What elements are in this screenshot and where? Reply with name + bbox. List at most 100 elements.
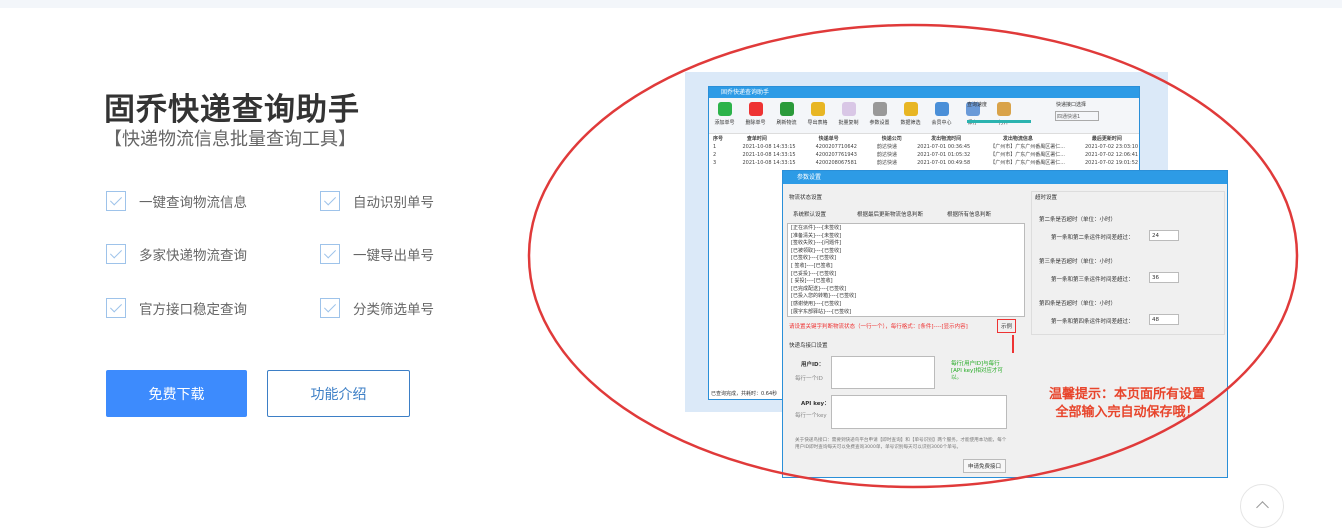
timeout-label: 第一条和第四条运件时间差超过：	[1051, 319, 1134, 325]
table-cell: 2021-07-01 01:05:32	[917, 151, 971, 158]
table-cell: 【广州市】广东广州番禺区署仁...	[990, 143, 1065, 150]
table-cell: 2021-10-08 14:33:15	[742, 159, 796, 166]
tip-line: 温馨提示：本页面所有设置	[1048, 387, 1205, 402]
feature-label: 分类筛选单号	[353, 302, 434, 318]
table-cell: 2021-10-08 14:33:15	[742, 143, 796, 150]
timeout-input: 48	[1149, 314, 1179, 325]
column-header: 序号	[713, 136, 724, 142]
table-cell: 2021-07-01 00:49:58	[917, 159, 971, 166]
table-cell: 韵达快递	[876, 151, 897, 158]
rule-line: [ 签收]----[已签收]	[791, 262, 833, 269]
tool-label: 数据筛选	[900, 120, 921, 126]
tool-icon	[841, 102, 856, 116]
timeout-heading: 第二条是否超时（单位：小时）	[1039, 217, 1117, 223]
timeout-label: 第一条和第三条运件时间差超过：	[1051, 277, 1134, 283]
column-header: 快递单号	[818, 136, 839, 142]
toolbar-button: 会员中心	[928, 102, 955, 129]
dialog-title: 参数设置	[783, 171, 1227, 184]
column-header: 快递公司	[881, 136, 902, 142]
rule-line: [感谢使用]----[已签收]	[791, 300, 842, 307]
check-icon	[106, 191, 126, 211]
table-cell: 2021-07-02 12:06:41	[1085, 151, 1139, 158]
feature-label: 多家快递物流查询	[139, 248, 247, 264]
feature-intro-button[interactable]: 功能介绍	[267, 370, 410, 417]
group-label: 超时设置	[1035, 195, 1058, 201]
check-icon	[106, 298, 126, 318]
radio-default: 系统默认设置	[793, 212, 827, 218]
tool-label: 参数设置	[869, 120, 890, 126]
feature-item: 官方接口稳定查询	[106, 298, 247, 318]
toolbar-button: 参数设置	[866, 102, 893, 129]
table-cell: 4200207710642	[815, 143, 857, 150]
toolbar-button: 数据筛选	[897, 102, 924, 129]
rule-line: [签收失败]----[问题件]	[791, 240, 842, 247]
label: 每行一个ID	[795, 376, 823, 382]
rule-line: [ 妥投]----[已签收]	[791, 278, 833, 285]
rule-line: [已签收]----[已签收]	[791, 255, 837, 262]
settings-dialog: 参数设置 物流状态设置 系统默认设置 根据最后更新物流信息判断 根据所有信息判断…	[782, 170, 1228, 478]
toolbar-button: 导出表格	[804, 102, 831, 129]
tool-label: 会员中心	[931, 120, 952, 126]
tool-label: 刷新物流	[776, 120, 797, 126]
tool-icon	[779, 102, 794, 116]
window-title: 固乔快递查询助手	[709, 87, 1139, 98]
toolbar-button: 删除单号	[742, 102, 769, 129]
check-icon	[106, 244, 126, 264]
toolbar-button: 打开	[990, 102, 1017, 129]
table-cell: 2021-07-02 23:03:10	[1085, 143, 1139, 150]
toolbar-button: 刷新物流	[773, 102, 800, 129]
rule-line: [正在派件]----[未签收]	[791, 225, 842, 231]
apply-api-button: 申请免费接口	[963, 459, 1007, 473]
table-cell: 2021-07-01 00:36:45	[917, 143, 971, 150]
feature-label: 自动识别单号	[353, 195, 434, 211]
results-table: 序号 查单时间 快递单号 快递公司 发出物流时间 发出物流信息 最后更新时间 1 2021-1…	[709, 134, 1139, 170]
feature-item: 一键查询物流信息	[106, 191, 247, 211]
api-key-textarea	[831, 395, 1007, 429]
tool-label: 添加单号	[714, 120, 735, 126]
column-header: 发出物流时间	[931, 136, 962, 142]
tool-icon	[996, 102, 1011, 116]
tool-icon	[934, 102, 949, 116]
table-cell: 3	[713, 159, 717, 166]
download-button[interactable]: 免费下载	[106, 370, 247, 417]
table-cell: 4200208067581	[815, 159, 857, 166]
toolbar-button: 批量复制	[835, 102, 862, 129]
feature-item: 分类筛选单号	[320, 298, 434, 318]
group-label: 物流状态设置	[789, 195, 823, 201]
status-text: 已查询完成，共耗时：0.64秒	[711, 391, 778, 397]
user-id-textarea	[831, 356, 935, 389]
radio-last: 根据最后更新物流信息判断	[857, 212, 924, 218]
label: API key：	[801, 401, 830, 407]
label: 每行一个key	[795, 413, 827, 419]
rule-line: [已投入您的转箱]----[已签收]	[791, 293, 857, 300]
table-row: 2 2021-10-08 14:33:15 4200207761943 韵达快递 202…	[713, 151, 1139, 160]
table-cell: 韵达快递	[876, 159, 897, 166]
feature-item: 一键导出单号	[320, 244, 434, 264]
timeout-label: 第一条和第二条运件时间差超过：	[1051, 235, 1134, 241]
speed-slider	[967, 120, 1031, 123]
back-to-top-button[interactable]	[1240, 484, 1284, 528]
tool-label: 导出表格	[807, 120, 828, 126]
group-label: 快递鸟接口设置	[789, 343, 828, 349]
top-bar	[0, 0, 1342, 8]
timeout-heading: 第三条是否超时（单位：小时）	[1039, 259, 1117, 265]
timeout-input: 24	[1149, 230, 1179, 241]
table-cell: 2021-07-02 19:01:52	[1085, 159, 1139, 166]
tool-label: 删除单号	[745, 120, 766, 126]
timeout-heading: 第四条是否超时（单位：小时）	[1039, 301, 1117, 307]
example-button: 示例	[997, 319, 1017, 333]
timeout-input: 36	[1149, 272, 1179, 283]
radio-all: 根据所有信息判断	[947, 212, 992, 218]
table-cell: 韵达快递	[876, 143, 897, 150]
api-select: 四通快递1	[1055, 111, 1099, 121]
api-label: 快递接口选择	[1056, 102, 1087, 108]
page-title: 固乔快递查询助手	[104, 92, 360, 128]
table-cell: 2021-10-08 14:33:15	[742, 151, 796, 158]
check-icon	[320, 191, 340, 211]
tool-icon	[748, 102, 763, 116]
feature-item: 多家快递物流查询	[106, 244, 247, 264]
rules-textarea: [正在派件]----[未签收] [准备清关]----[未签收] [签收失败]----…	[787, 223, 1025, 317]
tool-label: 批量复制	[838, 120, 859, 126]
column-header: 最后更新时间	[1091, 136, 1122, 142]
label: 用户ID：	[801, 362, 825, 368]
